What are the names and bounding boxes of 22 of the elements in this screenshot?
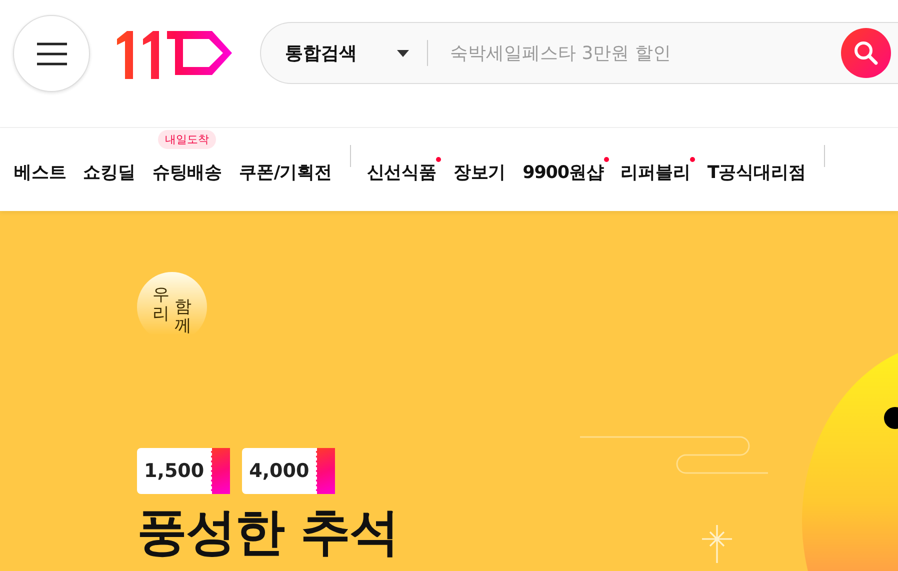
nav-link[interactable]: 슈팅배송 (152, 160, 222, 184)
nav-link[interactable]: 쿠폰/기획전 (239, 160, 332, 184)
caret-icon (397, 50, 409, 56)
nav-link[interactable]: 리퍼블리 (620, 160, 690, 184)
nav-link[interactable]: 장보기 (453, 160, 506, 184)
search-button[interactable] (841, 28, 891, 78)
nav-link[interactable]: 베스트 (14, 160, 66, 184)
emblem-text: 함께 (174, 298, 192, 338)
coupon: 1,500 (137, 448, 230, 494)
coupon: 4,000 (242, 448, 336, 494)
search-scope-dropdown[interactable]: 통합검색 (285, 38, 409, 68)
nav-link[interactable]: 신선식품 (366, 160, 436, 184)
sparkle-icon (702, 524, 732, 564)
emblem-text: 우리 (152, 286, 170, 326)
nav-link[interactable]: T공식대리점 (707, 160, 806, 184)
nav-link[interactable]: 쇼킹딜 (83, 160, 136, 184)
search-icon (853, 40, 879, 66)
nav-link[interactable]: 9900원샵 (522, 160, 604, 184)
search-field[interactable]: 숙박세일페스타 3만원 할인 (448, 42, 841, 64)
menu-icon (36, 42, 68, 66)
nav-badge: 내일도착 (158, 130, 216, 149)
banner-headline: 풍성한 추석 (137, 504, 398, 562)
